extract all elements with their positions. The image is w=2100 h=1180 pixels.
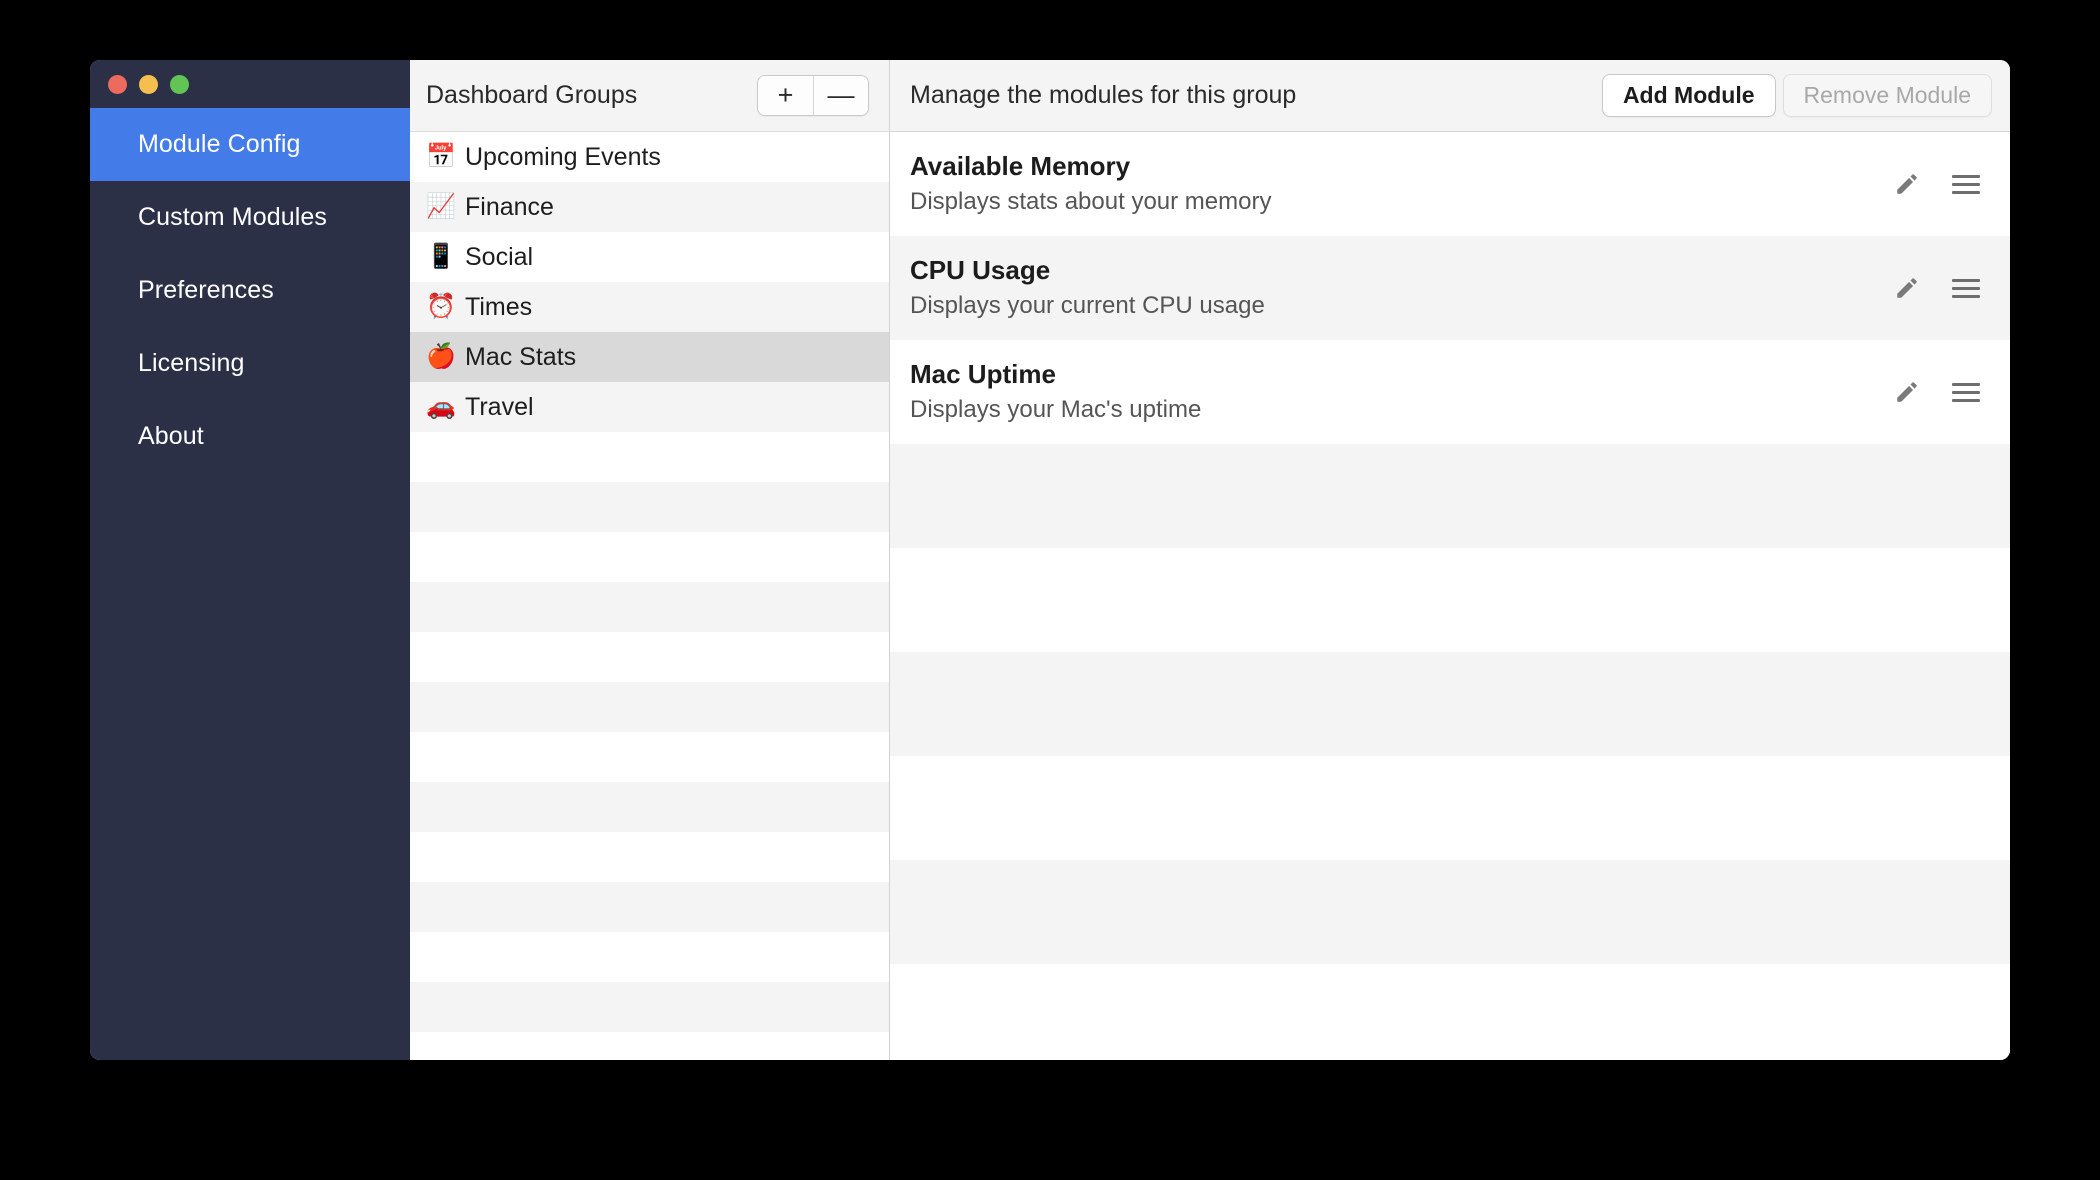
group-list-item[interactable]: 🚗 Travel <box>410 382 889 432</box>
group-list-empty-row <box>410 932 889 982</box>
module-description: Displays your Mac's uptime <box>910 396 1202 424</box>
module-list-empty-row <box>890 548 2010 652</box>
group-list-empty-row <box>410 882 889 932</box>
edit-pencil-icon[interactable] <box>1892 169 1922 199</box>
module-name: Available Memory <box>910 150 1131 181</box>
sidebar-item-about[interactable]: About <box>90 400 410 473</box>
modules-header-buttons: Add Module Remove Module <box>1601 74 1992 117</box>
group-list-empty-row <box>410 432 889 482</box>
group-list-empty-row <box>410 632 889 682</box>
group-list-item-label: Social <box>465 242 534 271</box>
sidebar: Module Config Custom Modules Preferences… <box>90 60 410 1060</box>
add-module-button[interactable]: Add Module <box>1601 74 1776 117</box>
group-list-empty-row <box>410 582 889 632</box>
module-list-empty-row <box>890 444 2010 548</box>
mobile-phone-emoji: 📱 <box>426 243 456 270</box>
module-list-empty-row <box>890 652 2010 756</box>
dashboard-groups-header: Dashboard Groups + — <box>410 60 889 132</box>
module-description: Displays stats about your memory <box>910 188 1272 216</box>
module-list-empty-row <box>890 860 2010 964</box>
calendar-emoji: 📅 <box>426 143 456 170</box>
sidebar-item-label: Custom Modules <box>138 203 327 231</box>
sidebar-item-label: Licensing <box>138 349 245 377</box>
group-list-empty-row <box>410 1032 889 1060</box>
module-text: CPU Usage Displays your current CPU usage <box>910 254 1892 323</box>
drag-handle-icon[interactable] <box>1952 278 1980 298</box>
remove-group-button[interactable]: — <box>813 76 868 115</box>
sidebar-item-label: About <box>138 422 204 450</box>
group-list-empty-row <box>410 532 889 582</box>
app-window: Module Config Custom Modules Preferences… <box>90 60 2010 1060</box>
group-list-item-label: Mac Stats <box>465 342 577 371</box>
group-list-empty-row <box>410 982 889 1032</box>
add-group-button[interactable]: + <box>758 76 813 115</box>
edit-pencil-icon[interactable] <box>1892 377 1922 407</box>
dashboard-groups-list[interactable]: 📅 Upcoming Events 📈 Finance 📱 Social ⏰ Times 🍎 Ma… <box>410 132 889 1060</box>
module-name: CPU Usage <box>910 254 1051 285</box>
title-bar <box>90 60 410 108</box>
remove-module-button[interactable]: Remove Module <box>1782 74 1992 117</box>
sidebar-item-label: Module Config <box>138 130 301 158</box>
red-apple-emoji: 🍎 <box>426 343 456 370</box>
maximize-button[interactable] <box>170 74 189 94</box>
module-row[interactable]: Available Memory Displays stats about you… <box>890 132 2010 236</box>
close-button[interactable] <box>108 74 127 94</box>
module-name: Mac Uptime <box>910 358 1056 389</box>
module-row[interactable]: Mac Uptime Displays your Mac's uptime <box>890 340 2010 444</box>
car-emoji: 🚗 <box>426 393 456 420</box>
group-list-item-label: Travel <box>465 392 534 421</box>
group-list-empty-row <box>410 482 889 532</box>
module-row-actions <box>1892 169 1980 199</box>
sidebar-nav: Module Config Custom Modules Preferences… <box>90 108 410 473</box>
group-list-item-label: Upcoming Events <box>465 142 661 171</box>
edit-pencil-icon[interactable] <box>1892 273 1922 303</box>
group-list-item[interactable]: ⏰ Times <box>410 282 889 332</box>
modules-header-title: Manage the modules for this group <box>910 81 1297 109</box>
chart-increasing-emoji: 📈 <box>426 193 456 220</box>
group-list-empty-row <box>410 832 889 882</box>
sidebar-item-label: Preferences <box>138 276 274 304</box>
module-text: Available Memory Displays stats about you… <box>910 150 1892 219</box>
sidebar-item-preferences[interactable]: Preferences <box>90 254 410 327</box>
modules-panel: Manage the modules for this group Add Mo… <box>890 60 2010 1060</box>
sidebar-item-custom-modules[interactable]: Custom Modules <box>90 181 410 254</box>
modules-list[interactable]: Available Memory Displays stats about you… <box>890 132 2010 1060</box>
drag-handle-icon[interactable] <box>1952 174 1980 194</box>
group-list-empty-row <box>410 782 889 832</box>
group-list-item-label: Times <box>465 292 533 321</box>
sidebar-item-licensing[interactable]: Licensing <box>90 327 410 400</box>
group-list-item[interactable]: 📅 Upcoming Events <box>410 132 889 182</box>
module-row-actions <box>1892 377 1980 407</box>
module-text: Mac Uptime Displays your Mac's uptime <box>910 358 1892 427</box>
module-row[interactable]: CPU Usage Displays your current CPU usage <box>890 236 2010 340</box>
alarm-clock-emoji: ⏰ <box>426 293 456 320</box>
modules-header: Manage the modules for this group Add Mo… <box>890 60 2010 132</box>
minimize-button[interactable] <box>139 74 158 94</box>
module-row-actions <box>1892 273 1980 303</box>
module-list-empty-row <box>890 756 2010 860</box>
drag-handle-icon[interactable] <box>1952 382 1980 402</box>
group-list-item-label: Finance <box>465 192 554 221</box>
group-list-item[interactable]: 📈 Finance <box>410 182 889 232</box>
dashboard-groups-title: Dashboard Groups <box>426 81 638 109</box>
module-list-empty-row <box>890 964 2010 1060</box>
group-list-empty-row <box>410 732 889 782</box>
group-list-item[interactable]: 🍎 Mac Stats <box>410 332 889 382</box>
module-description: Displays your current CPU usage <box>910 292 1265 320</box>
add-remove-group-segmented-control: + — <box>757 75 869 116</box>
dashboard-groups-panel: Dashboard Groups + — 📅 Upcoming Events 📈 Fi… <box>410 60 890 1060</box>
sidebar-item-module-config[interactable]: Module Config <box>90 108 410 181</box>
group-list-empty-row <box>410 682 889 732</box>
group-list-item[interactable]: 📱 Social <box>410 232 889 282</box>
